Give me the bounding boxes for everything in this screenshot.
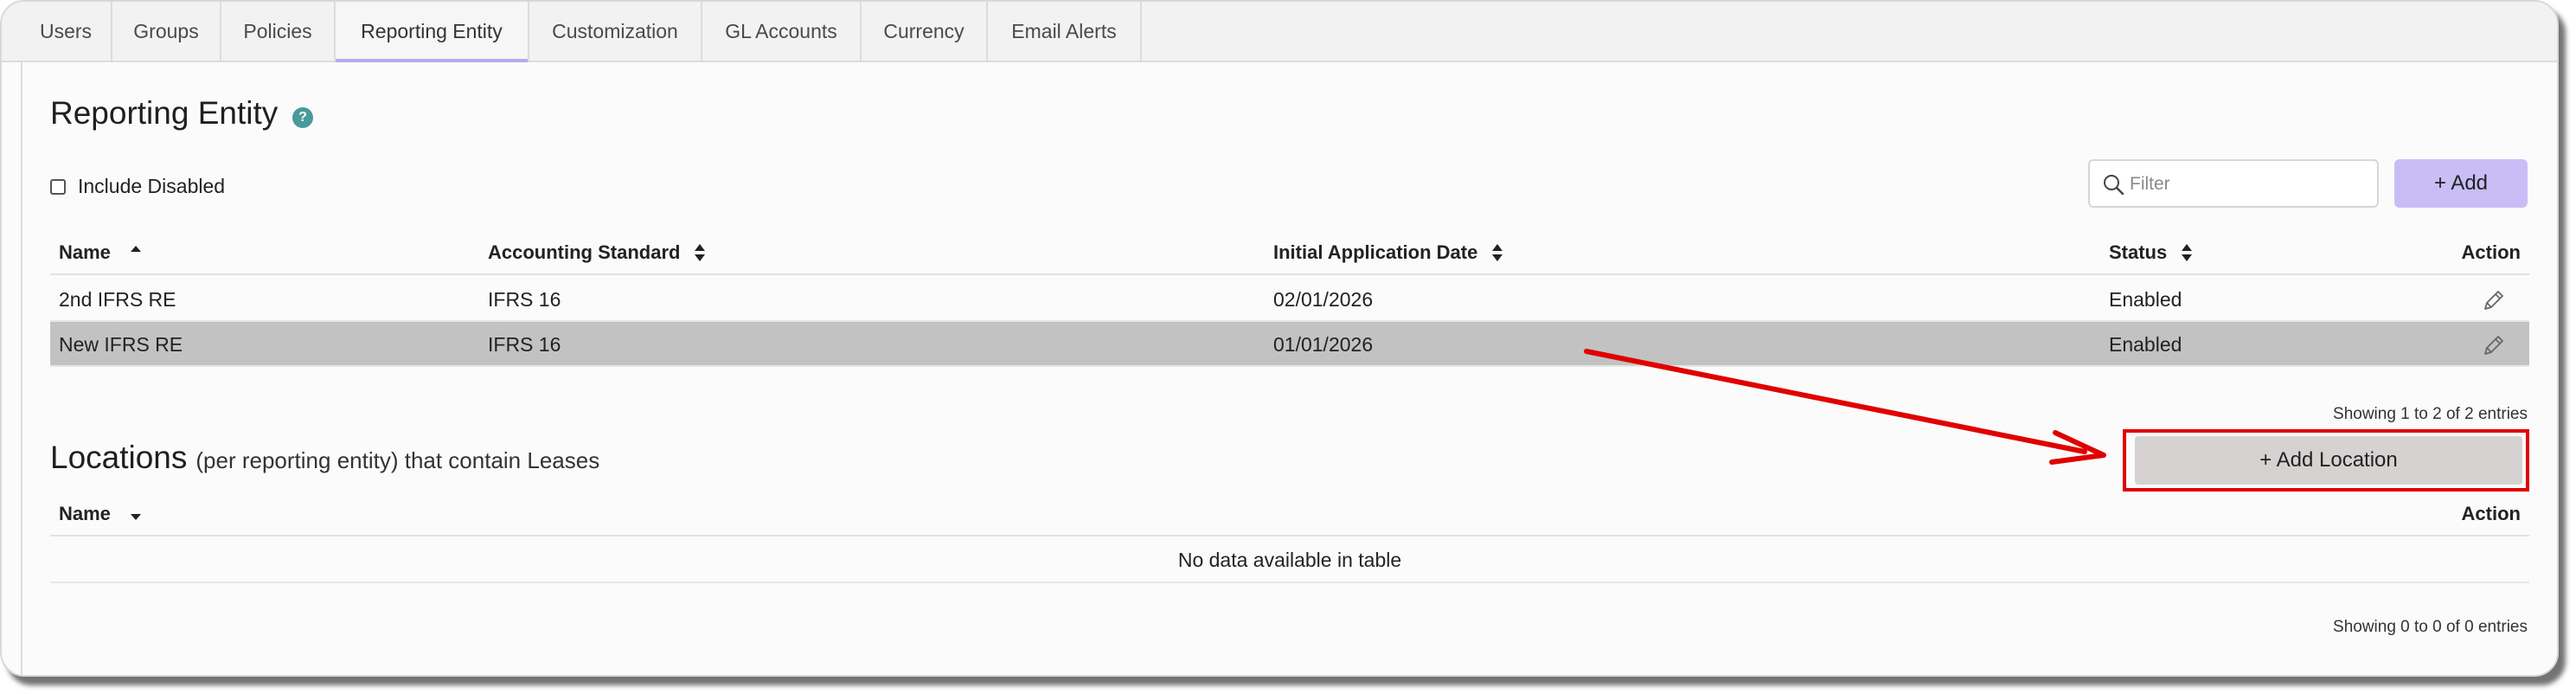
tab-currency[interactable]: Currency (862, 2, 988, 61)
sort-descending-icon (130, 514, 141, 520)
filter-field[interactable] (2088, 159, 2379, 208)
include-disabled-checkbox[interactable] (50, 178, 66, 195)
tab-bar: Users Groups Policies Reporting Entity C… (2, 2, 2557, 62)
locations-table: Name Action No data available in table (50, 492, 2529, 583)
cell-accounting-standard: IFRS 16 (488, 332, 561, 356)
column-label: Accounting Standard (488, 241, 681, 263)
include-disabled-label: Include Disabled (78, 175, 226, 197)
column-header-action: Action (2461, 241, 2521, 263)
locations-heading: Locations (per reporting entity) that co… (50, 440, 599, 476)
cell-status: Enabled (2109, 332, 2182, 356)
cell-name: 2nd IFRS RE (59, 287, 176, 311)
column-header-initial-application-date[interactable]: Initial Application Date (1273, 230, 1503, 275)
column-label: Name (59, 241, 111, 263)
tab-gl-accounts[interactable]: GL Accounts (702, 2, 862, 61)
sort-ascending-icon (130, 246, 141, 252)
tab-users[interactable]: Users (21, 2, 112, 61)
sort-icon (1492, 244, 1503, 261)
tab-email-alerts[interactable]: Email Alerts (988, 2, 1142, 61)
tab-policies[interactable]: Policies (221, 2, 336, 61)
locations-table-info: Showing 0 to 0 of 0 entries (2333, 618, 2528, 636)
sort-icon (695, 244, 706, 261)
add-button[interactable]: + Add (2394, 159, 2528, 208)
tab-customization[interactable]: Customization (529, 2, 702, 61)
pencil-icon[interactable] (2481, 287, 2507, 313)
tab-reporting-entity[interactable]: Reporting Entity (336, 2, 529, 62)
column-header-name[interactable]: Name (59, 230, 142, 275)
page-title: Reporting Entity (50, 95, 279, 131)
add-location-button[interactable]: + Add Location (2135, 436, 2522, 485)
sort-icon (2182, 244, 2193, 261)
pencil-icon[interactable] (2481, 332, 2507, 358)
search-icon (2104, 175, 2124, 196)
table-row[interactable]: 2nd IFRS RE IFRS 16 02/01/2026 Enabled (50, 277, 2529, 322)
reporting-entity-table: Name Accounting Standard Initial Applica… (50, 230, 2529, 386)
cell-initial-application-date: 01/01/2026 (1273, 332, 1374, 356)
help-icon[interactable]: ? (292, 107, 313, 128)
table-header: Name Accounting Standard Initial Applica… (50, 230, 2529, 275)
column-header-action: Action (2461, 503, 2521, 524)
column-label: Initial Application Date (1273, 241, 1478, 263)
table-row[interactable]: New IFRS RE IFRS 16 01/01/2026 Enabled (50, 322, 2529, 367)
cell-name: New IFRS RE (59, 332, 183, 356)
tab-groups[interactable]: Groups (112, 2, 221, 61)
locations-title: Locations (50, 440, 188, 475)
column-header-status[interactable]: Status (2109, 230, 2193, 275)
include-disabled-toggle[interactable]: Include Disabled (50, 175, 225, 198)
cell-initial-application-date: 02/01/2026 (1273, 287, 1374, 311)
column-label: Status (2109, 241, 2168, 263)
column-header-accounting-standard[interactable]: Accounting Standard (488, 230, 706, 275)
column-label: Name (59, 503, 111, 524)
cell-status: Enabled (2109, 287, 2182, 311)
table-header: Name Action (50, 492, 2529, 537)
reporting-table-info: Showing 1 to 2 of 2 entries (2333, 405, 2528, 423)
filter-input[interactable] (2130, 170, 2363, 199)
empty-table-message: No data available in table (50, 538, 2529, 583)
locations-subtitle: (per reporting entity) that contain Leas… (195, 447, 600, 473)
app-window: Users Groups Policies Reporting Entity C… (0, 0, 2559, 677)
cell-accounting-standard: IFRS 16 (488, 287, 561, 311)
column-header-name[interactable]: Name (59, 492, 142, 537)
